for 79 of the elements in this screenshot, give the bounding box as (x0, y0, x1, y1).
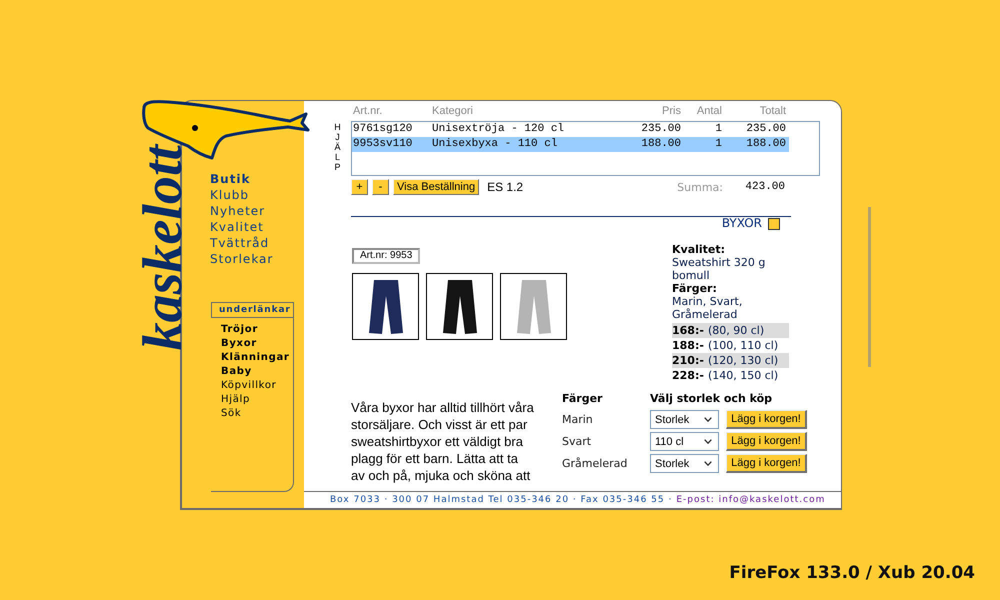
size-dropdown[interactable]: Storlek (650, 410, 719, 429)
photo-frame[interactable] (426, 273, 493, 340)
size-dropdown[interactable]: Storlek (650, 454, 719, 473)
sub-link[interactable]: Köpvillkor (221, 379, 276, 393)
sub-link[interactable]: Klänningar (221, 351, 290, 365)
chevron-icon (704, 439, 712, 444)
nav-link[interactable]: Tvättråd (210, 235, 270, 251)
sum-value: 423.00 (744, 181, 786, 193)
add-to-cart-button[interactable]: Lägg i korgen! (726, 432, 807, 451)
address-text: Box 7033 · 300 07 Halmstad Tel 035-346 20 · Fax 035-346 55 · (330, 494, 672, 507)
caption-text: FireFox 133.0 / Xub 20.04 (729, 563, 975, 583)
sublinks-heading: underlänkar (211, 302, 293, 318)
sub-link[interactable]: Sök (221, 407, 242, 421)
detail-text: Marin, Svart, Gråmelerad (672, 295, 744, 321)
nav-link[interactable]: Klubb (210, 187, 250, 203)
table-cell-text: Unisexbyxa - 110 cl (432, 137, 558, 152)
article-number: Art.nr: 9953 (352, 248, 420, 264)
add-to-cart-button[interactable]: Lägg i korgen! (726, 454, 807, 473)
column-header: Kategori (432, 104, 474, 118)
nav-link[interactable]: Kvalitet (210, 219, 264, 235)
category-title: BYXOR (722, 217, 762, 230)
detail-label: Kvalitet: (672, 243, 726, 256)
cart-row[interactable]: 9761sg120 Unisextröja - 120 cl 235.00 1 235.00 (352, 122, 789, 137)
column-header: Pris (661, 104, 682, 118)
table-cell-text: 9761sg120 (352, 122, 414, 137)
color-label: Marin (562, 412, 594, 428)
table-cell-text: 188.00 (745, 137, 787, 152)
logo-text: kaskelott (135, 145, 191, 350)
detail-text: Sweatshirt 320 g bomull (672, 256, 766, 282)
sizes-text: (80, 90 cl) (708, 323, 764, 338)
version-text: ES 1.2 (487, 180, 524, 194)
swatch-icon (768, 218, 780, 230)
sub-link[interactable]: Hjälp (221, 393, 250, 407)
price-text: 168:- (672, 323, 704, 338)
pants-icon (442, 280, 476, 334)
table-cell-text: Unisextröja - 120 cl (432, 122, 566, 137)
email-link[interactable]: E-post: info@kaskelott.com (676, 492, 826, 508)
help-link[interactable]: HJÄLP (334, 122, 341, 176)
sizes-text: (140, 150 cl) (708, 368, 778, 383)
nav-link[interactable]: Nyheter (210, 203, 266, 219)
table-cell-text: 235.00 (745, 122, 787, 137)
nav-link[interactable]: Butik (210, 171, 251, 187)
sub-link[interactable]: Byxor (221, 337, 257, 351)
pants-icon (368, 280, 402, 334)
table-cell-text: 235.00 (640, 122, 682, 137)
nav-link[interactable]: Storlekar (210, 251, 274, 267)
color-label: Svart (562, 434, 592, 450)
detail-label: Färger: (672, 282, 718, 295)
column-header: Antal (696, 104, 723, 118)
price-text: 210:- (672, 353, 704, 368)
remove-button[interactable]: - (372, 179, 389, 195)
column-header: Totalt (758, 104, 787, 118)
table-cell-text: 1 (714, 137, 723, 152)
chevron-icon (704, 461, 712, 466)
sum-label: Summa: (676, 180, 723, 194)
table-cell-text: 1 (714, 122, 723, 137)
scrollbar-thumb[interactable] (868, 207, 871, 367)
sub-link[interactable]: Baby (221, 365, 252, 379)
color-label: Gråmelerad (562, 456, 628, 472)
sub-link[interactable]: Tröjor (221, 323, 258, 337)
sizes-text: (120, 130 cl) (708, 353, 778, 368)
order-header: Välj storlek och köp (650, 392, 774, 405)
add-to-cart-button[interactable]: Lägg i korgen! (726, 410, 807, 429)
table-cell-text: 188.00 (640, 137, 682, 152)
table-cell-text: 9953sv110 (352, 137, 414, 152)
add-button[interactable]: + (351, 179, 368, 195)
sizes-text: (100, 110 cl) (708, 338, 778, 353)
price-text: 188:- (672, 338, 704, 353)
photo-frame[interactable] (500, 273, 567, 340)
order-header: Färger (562, 392, 604, 405)
description-text: Våra byxor har alltid tillhört våra storsäljare. Och visst är ett par sweatshirtbyxor ett väldigt bra plagg för ett barn. Lätta att ta av och på, mjuka och sköna att (351, 399, 535, 484)
price-text: 228:- (672, 368, 704, 383)
pants-icon (516, 280, 550, 334)
size-dropdown[interactable]: 110 cl (650, 432, 719, 451)
cart-row[interactable]: 9953sv110 Unisexbyxa - 110 cl 188.00 1 188.00 (352, 137, 789, 152)
photo-frame[interactable] (352, 273, 419, 340)
chevron-icon (704, 417, 712, 422)
show-order-button[interactable]: Visa Beställning (393, 179, 480, 195)
column-header: Art.nr. (352, 104, 384, 118)
